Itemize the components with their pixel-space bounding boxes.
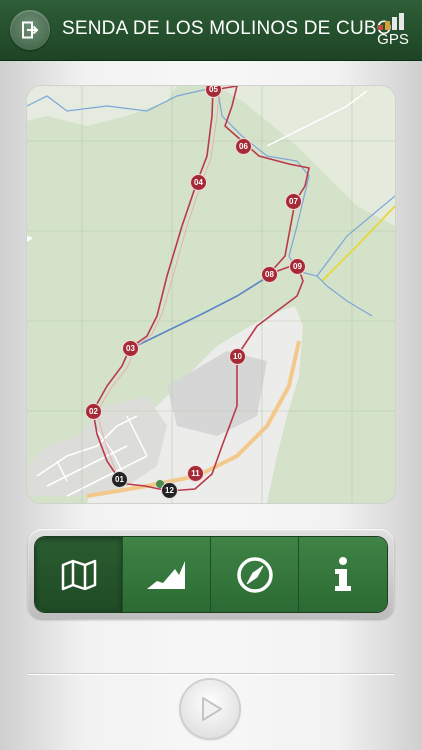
toolbar: [28, 529, 394, 619]
map-view-button[interactable]: [35, 537, 123, 612]
compass-icon: [237, 557, 273, 593]
play-button[interactable]: [181, 680, 239, 738]
map-canvas: [27, 86, 395, 503]
waypoint-marker[interactable]: 07: [285, 193, 302, 210]
toolbar-buttons: [35, 537, 387, 612]
exit-button[interactable]: [10, 10, 50, 50]
waypoint-marker[interactable]: 10: [229, 348, 246, 365]
waypoint-marker[interactable]: 02: [85, 403, 102, 420]
waypoint-marker[interactable]: 01: [111, 471, 128, 488]
waypoint-marker[interactable]: 06: [235, 138, 252, 155]
info-icon: [335, 557, 351, 591]
signal-bars-icon: [376, 12, 410, 30]
route-map[interactable]: 05 06 04 07 08 09 03 10 02 11 01 12: [27, 86, 395, 503]
waypoint-marker[interactable]: 11: [187, 465, 204, 482]
waypoint-marker[interactable]: 12: [161, 482, 178, 499]
gps-indicator: GPS: [374, 12, 412, 52]
waypoint-marker[interactable]: 09: [289, 258, 306, 275]
play-icon: [202, 697, 222, 721]
elevation-profile-button[interactable]: [123, 537, 211, 612]
compass-button[interactable]: [211, 537, 299, 612]
exit-icon: [22, 21, 39, 39]
waypoint-marker[interactable]: 04: [190, 174, 207, 191]
info-button[interactable]: [299, 537, 387, 612]
waypoint-marker[interactable]: 08: [261, 266, 278, 283]
header-bar: SENDA DE LOS MOLINOS DE CUBO GPS: [0, 0, 422, 61]
page-title: SENDA DE LOS MOLINOS DE CUBO: [62, 18, 392, 39]
map-icon: [61, 559, 97, 591]
divider: [28, 673, 394, 674]
waypoint-marker[interactable]: 03: [122, 340, 139, 357]
elevation-profile-icon: [147, 561, 185, 589]
gps-label: GPS: [377, 31, 409, 48]
